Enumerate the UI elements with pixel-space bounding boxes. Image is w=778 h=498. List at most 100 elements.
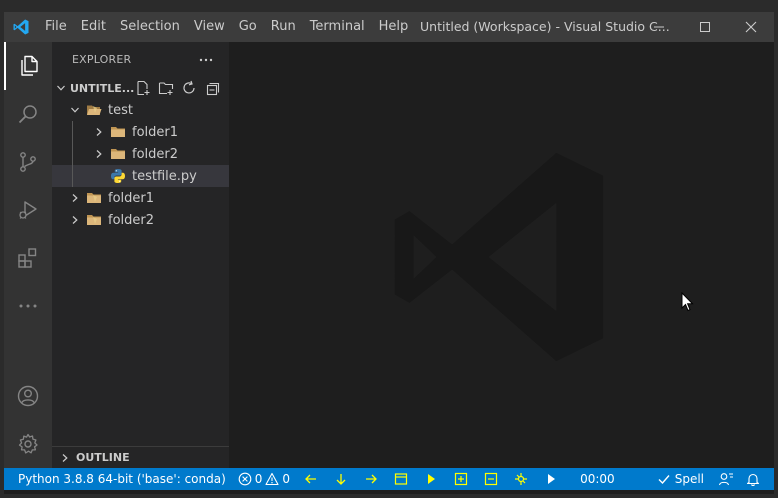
maximize-icon <box>700 22 710 32</box>
debug-target-button[interactable] <box>506 468 536 490</box>
tree-item-label: test <box>108 102 133 118</box>
tree-item-label: folder1 <box>108 190 155 206</box>
workspace-actions <box>134 79 221 97</box>
close-icon <box>745 21 757 33</box>
new-file-icon <box>137 80 150 96</box>
debug-target-icon <box>515 473 528 485</box>
play-icon <box>548 474 556 484</box>
refresh-button[interactable] <box>180 79 198 97</box>
tree-item-label: folder1 <box>132 124 179 140</box>
menu-file[interactable]: File <box>38 12 74 42</box>
tree-item-folder2-nested[interactable]: folder2 <box>52 143 229 165</box>
feedback-icon <box>718 473 733 486</box>
files-icon <box>21 55 38 76</box>
arrow-down-icon <box>336 474 346 485</box>
chevron-right-icon <box>68 215 82 225</box>
workspace-title: UNTITLE... <box>70 81 135 95</box>
search-activity-button[interactable] <box>4 90 52 138</box>
search-icon <box>18 105 37 124</box>
explorer-title: EXPLORER <box>72 53 132 66</box>
new-folder-button[interactable] <box>157 79 175 97</box>
add-box-icon <box>454 472 468 486</box>
maximize-button[interactable] <box>682 12 728 42</box>
outline-section-header[interactable]: OUTLINE <box>52 446 229 468</box>
folder-icon <box>110 124 126 140</box>
notifications-button[interactable] <box>742 468 764 490</box>
gear-icon <box>18 433 38 454</box>
spell-check-status[interactable]: Spell <box>651 468 710 490</box>
indent-guide <box>72 165 73 187</box>
explorer-activity-button[interactable] <box>4 42 52 90</box>
editor-area[interactable] <box>229 42 774 468</box>
chevron-right-icon <box>92 127 106 137</box>
remove-box-button[interactable] <box>476 468 506 490</box>
menu-edit[interactable]: Edit <box>74 12 113 42</box>
screen-frame: File Edit Selection View Go Run Terminal… <box>0 0 778 498</box>
add-box-button[interactable] <box>446 468 476 490</box>
arrow-down-button[interactable] <box>326 468 356 490</box>
vscode-logo-icon[interactable] <box>4 12 38 42</box>
source-control-icon <box>20 152 36 172</box>
refresh-icon <box>183 80 195 94</box>
run-debug-activity-button[interactable] <box>4 186 52 234</box>
play-button[interactable] <box>416 468 446 490</box>
timer-status[interactable]: 00:00 <box>566 468 621 490</box>
menu-help[interactable]: Help <box>372 12 416 42</box>
vscode-window: File Edit Selection View Go Run Terminal… <box>4 12 774 494</box>
status-bar: Python 3.8.8 64-bit ('base': conda) 0 0 <box>4 468 774 490</box>
tree-item-folder1-nested[interactable]: folder1 <box>52 121 229 143</box>
collapse-all-button[interactable] <box>203 79 221 97</box>
window-toggle-button[interactable] <box>386 468 416 490</box>
chevron-down-icon <box>56 83 68 93</box>
tree-item-folder1[interactable]: folder1 <box>52 187 229 209</box>
problems-status[interactable]: 0 0 <box>232 468 296 490</box>
explorer-sidebar: EXPLORER UNTITLE... test folder1 folder2… <box>52 42 229 468</box>
tree-item-label: testfile.py <box>132 168 197 184</box>
tree-item-test[interactable]: test <box>52 99 229 121</box>
python-interpreter-status[interactable]: Python 3.8.8 64-bit ('base': conda) <box>4 468 232 490</box>
warning-icon <box>265 472 279 486</box>
vscode-watermark-icon <box>394 152 604 362</box>
ellipsis-icon <box>199 58 213 62</box>
more-activity-button[interactable] <box>4 282 52 330</box>
manage-button[interactable] <box>4 420 52 468</box>
remove-box-icon <box>484 472 498 486</box>
workspace-section-header[interactable]: UNTITLE... <box>52 77 229 99</box>
menu-view[interactable]: View <box>187 12 232 42</box>
collapse-all-icon <box>206 82 220 96</box>
menu-bar: File Edit Selection View Go Run Terminal… <box>38 12 415 42</box>
minimize-button[interactable] <box>636 12 682 42</box>
chevron-right-icon <box>92 149 106 159</box>
new-folder-icon <box>158 82 174 95</box>
menu-selection[interactable]: Selection <box>113 12 187 42</box>
title-bar: File Edit Selection View Go Run Terminal… <box>4 12 774 42</box>
source-control-activity-button[interactable] <box>4 138 52 186</box>
run-button[interactable] <box>536 468 566 490</box>
arrow-right-button[interactable] <box>356 468 386 490</box>
tree-item-folder2[interactable]: folder2 <box>52 209 229 231</box>
feedback-button[interactable] <box>710 468 742 490</box>
warning-count: 0 <box>282 472 291 486</box>
extensions-activity-button[interactable] <box>4 234 52 282</box>
new-file-button[interactable] <box>134 79 152 97</box>
spell-label: Spell <box>674 472 704 486</box>
tree-item-testfile-py[interactable]: testfile.py <box>52 165 229 187</box>
accounts-button[interactable] <box>4 372 52 420</box>
close-button[interactable] <box>728 12 774 42</box>
account-icon <box>17 385 39 407</box>
indent-guide <box>72 121 73 143</box>
explorer-more-button[interactable] <box>197 51 215 69</box>
menu-run[interactable]: Run <box>264 12 303 42</box>
more-icon <box>19 304 37 308</box>
folder-icon <box>86 190 102 206</box>
mouse-cursor-icon <box>681 292 694 312</box>
play-icon <box>428 474 436 484</box>
menu-go[interactable]: Go <box>232 12 264 42</box>
python-file-icon <box>110 168 126 184</box>
error-icon <box>238 472 252 486</box>
status-bar-right: Spell <box>651 468 764 490</box>
minimize-icon <box>654 26 664 28</box>
menu-terminal[interactable]: Terminal <box>303 12 372 42</box>
arrow-right-icon <box>366 474 377 484</box>
arrow-left-button[interactable] <box>296 468 326 490</box>
